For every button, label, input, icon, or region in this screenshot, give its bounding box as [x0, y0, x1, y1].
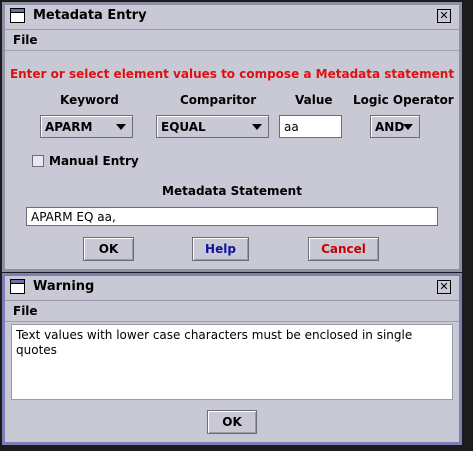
cancel-button[interactable]: Cancel [308, 237, 379, 261]
warning-titlebar[interactable]: Warning ✕ [5, 276, 459, 301]
keyword-label: Keyword [60, 93, 119, 107]
close-icon[interactable]: ✕ [437, 9, 451, 23]
instruction-text: Enter or select element values to compos… [9, 67, 455, 81]
metadata-entry-window: Metadata Entry ✕ File Enter or select el… [2, 2, 462, 272]
menu-bar: File [5, 30, 459, 51]
chevron-down-icon [116, 124, 126, 130]
warning-menu-file[interactable]: File [13, 304, 38, 318]
comparitor-dropdown[interactable]: EQUAL [156, 115, 269, 138]
chevron-down-icon [403, 124, 413, 130]
metadata-statement-input[interactable] [26, 207, 438, 226]
metadata-entry-titlebar[interactable]: Metadata Entry ✕ [5, 5, 459, 30]
window-icon [10, 279, 25, 294]
comparitor-selected: EQUAL [161, 120, 206, 134]
value-label: Value [295, 93, 333, 107]
logic-operator-label: Logic Operator [353, 93, 454, 107]
comparitor-label: Comparitor [180, 93, 257, 107]
chevron-down-icon [252, 124, 262, 130]
close-icon[interactable]: ✕ [437, 280, 451, 294]
warning-title: Warning [33, 279, 95, 294]
logic-operator-dropdown[interactable]: AND [370, 115, 420, 138]
window-title: Metadata Entry [33, 8, 147, 23]
warning-window: Warning ✕ File Text values with lower ca… [2, 273, 462, 445]
menu-file[interactable]: File [13, 33, 38, 47]
logic-operator-selected: AND [375, 120, 405, 134]
help-button[interactable]: Help [192, 237, 249, 261]
warning-ok-button[interactable]: OK [207, 410, 257, 434]
manual-entry-checkbox[interactable] [32, 155, 44, 167]
keyword-dropdown[interactable]: APARM [40, 115, 133, 138]
keyword-selected: APARM [45, 120, 93, 134]
manual-entry-label[interactable]: Manual Entry [49, 154, 139, 168]
ok-button[interactable]: OK [83, 237, 134, 261]
warning-message: Text values with lower case characters m… [11, 324, 453, 400]
warning-menu-bar: File [5, 301, 459, 322]
window-icon [10, 8, 25, 23]
value-input[interactable] [279, 115, 342, 138]
metadata-statement-label: Metadata Statement [162, 184, 302, 198]
